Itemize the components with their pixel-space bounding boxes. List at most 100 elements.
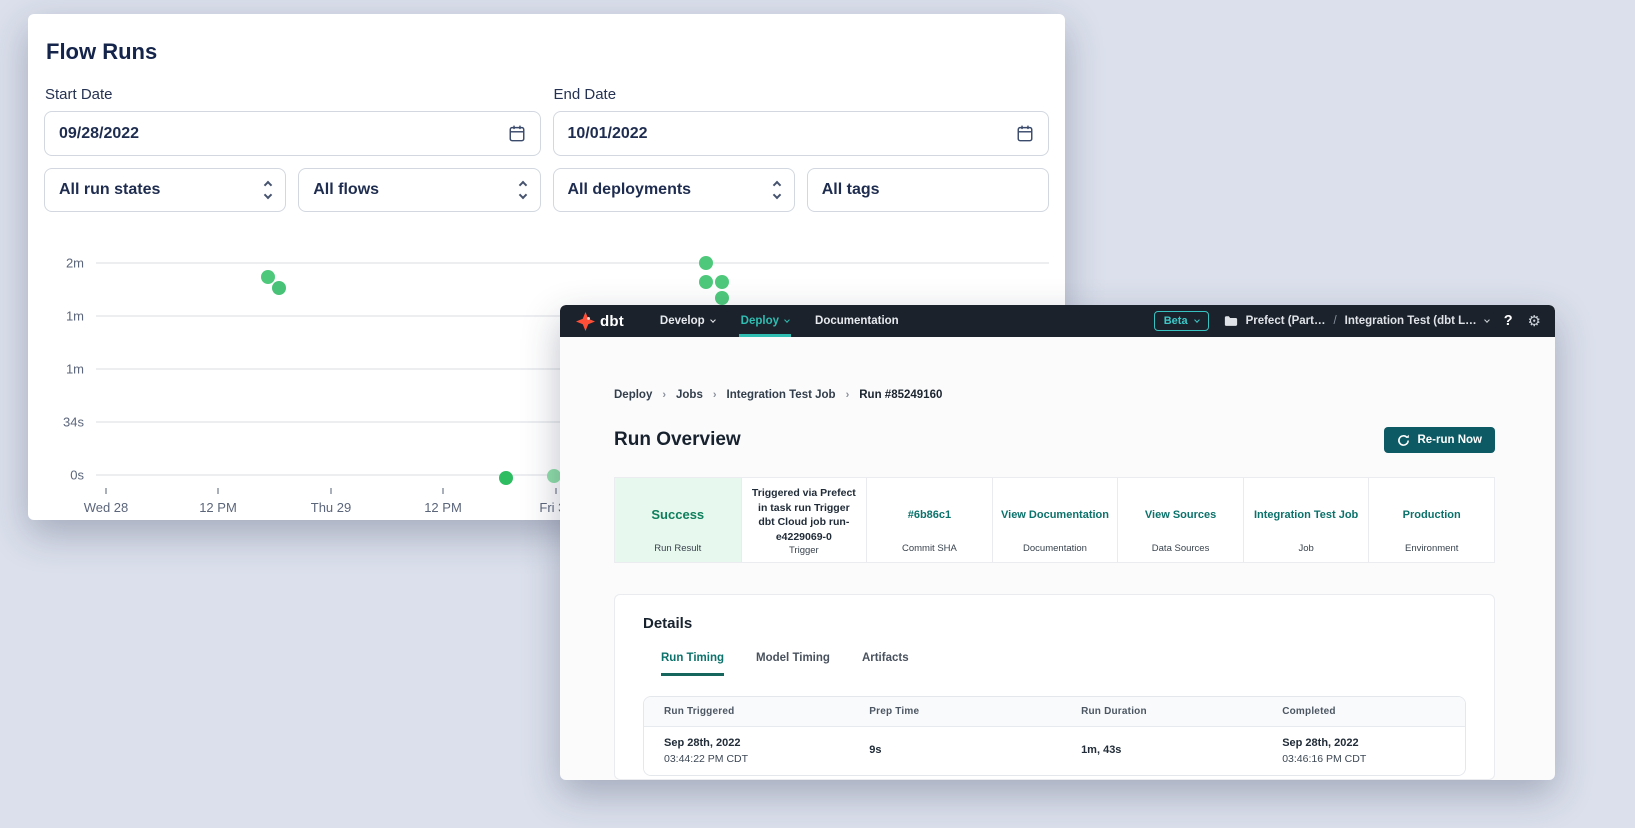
environment-link[interactable]: Production	[1403, 486, 1461, 543]
job-label: Job	[1298, 543, 1313, 554]
breadcrumb: Deploy › Jobs › Integration Test Job › R…	[614, 389, 1495, 401]
breadcrumb-job-name[interactable]: Integration Test Job	[727, 389, 836, 401]
flow-run-point[interactable]	[499, 471, 513, 485]
y-axis-tick-label: 2m	[66, 256, 84, 271]
end-date-label: End Date	[554, 86, 1050, 103]
details-card: Details Run Timing Model Timing Artifact…	[614, 594, 1495, 780]
environment-card: Production Environment	[1368, 478, 1494, 562]
tab-model-timing[interactable]: Model Timing	[756, 652, 830, 676]
select-stepper-icon	[520, 182, 526, 198]
tab-run-timing[interactable]: Run Timing	[661, 652, 724, 676]
start-date-input[interactable]: 09/28/2022	[44, 111, 541, 156]
calendar-icon[interactable]	[1016, 124, 1034, 143]
nav-develop-label: Develop	[660, 315, 705, 327]
run-timing-table: Run Triggered Prep Time Run Duration Com…	[643, 696, 1466, 776]
dbt-cloud-window: dbt Develop Deploy Documentation Beta Pr…	[560, 305, 1555, 780]
flow-run-point[interactable]	[699, 256, 713, 270]
cell-completed: Sep 28th, 2022 03:46:16 PM CDT	[1262, 737, 1465, 766]
account-project-switcher[interactable]: Prefect (Part… / Integration Test (dbt L…	[1224, 315, 1489, 327]
x-axis-tick-label: 12 PM	[199, 500, 237, 515]
start-date-label: Start Date	[45, 86, 541, 103]
select-stepper-icon	[774, 182, 780, 198]
flow-run-point[interactable]	[715, 291, 729, 305]
tags-select[interactable]: All tags	[807, 168, 1049, 212]
trigger-label: Trigger	[789, 545, 819, 556]
completed-time: 03:46:16 PM CDT	[1282, 753, 1465, 766]
view-sources-link[interactable]: View Sources	[1145, 486, 1216, 543]
chevron-down-icon	[784, 317, 790, 323]
calendar-icon[interactable]	[508, 124, 526, 143]
filter-selects-row: All run states All flows All deployments…	[44, 168, 1049, 212]
nav-deploy[interactable]: Deploy	[741, 305, 789, 337]
x-axis-tick-label: 12 PM	[424, 500, 462, 515]
run-states-select[interactable]: All run states	[44, 168, 286, 212]
flow-run-point[interactable]	[699, 275, 713, 289]
flow-run-point[interactable]	[547, 469, 561, 483]
environment-label: Environment	[1405, 543, 1458, 554]
flow-run-point[interactable]	[272, 281, 286, 295]
x-axis-tick-label: Thu 29	[311, 500, 351, 515]
flows-select[interactable]: All flows	[298, 168, 540, 212]
header-right-group: Beta Prefect (Part… / Integration Test (…	[1154, 311, 1541, 331]
rerun-now-button[interactable]: Re-run Now	[1384, 427, 1495, 453]
refresh-icon	[1397, 434, 1410, 447]
end-date-input[interactable]: 10/01/2022	[553, 111, 1050, 156]
rerun-now-label: Re-run Now	[1417, 434, 1482, 446]
help-icon[interactable]: ?	[1504, 313, 1513, 329]
nav-documentation[interactable]: Documentation	[815, 305, 899, 337]
dbt-body: Deploy › Jobs › Integration Test Job › R…	[560, 389, 1555, 780]
cell-run-triggered: Sep 28th, 2022 03:44:22 PM CDT	[644, 737, 849, 766]
nav-deploy-label: Deploy	[741, 315, 779, 327]
table-row: Sep 28th, 2022 03:44:22 PM CDT 9s 1m, 43…	[644, 727, 1465, 775]
deployments-select[interactable]: All deployments	[553, 168, 795, 212]
commit-sha-link[interactable]: #6b86c1	[908, 486, 951, 543]
x-axis-tick-label: Wed 28	[84, 500, 129, 515]
breadcrumb-separator: ›	[846, 389, 850, 401]
start-date-group: Start Date 09/28/2022	[44, 86, 541, 156]
y-axis-tick-label: 34s	[63, 415, 84, 430]
title-row: Run Overview Re-run Now	[614, 427, 1495, 453]
col-prep-time: Prep Time	[849, 706, 1061, 717]
run-result-value: Success	[651, 486, 704, 543]
nav-documentation-label: Documentation	[815, 315, 899, 327]
data-sources-card: View Sources Data Sources	[1117, 478, 1243, 562]
flows-value: All flows	[313, 181, 379, 199]
data-sources-label: Data Sources	[1152, 543, 1210, 554]
date-filter-row: Start Date 09/28/2022 End Date 10/01/202…	[44, 86, 1049, 156]
commit-sha-label: Commit SHA	[902, 543, 957, 554]
chevron-down-icon	[710, 317, 716, 323]
col-run-triggered: Run Triggered	[644, 706, 849, 717]
y-axis-tick-label: 1m	[66, 362, 84, 377]
trigger-card: Triggered via Prefect in task run Trigge…	[741, 478, 867, 562]
flow-run-point[interactable]	[261, 270, 275, 284]
end-date-value: 10/01/2022	[568, 125, 648, 143]
documentation-card: View Documentation Documentation	[992, 478, 1118, 562]
dbt-home-link[interactable]: dbt	[576, 312, 624, 331]
job-card: Integration Test Job Job	[1243, 478, 1369, 562]
dbt-brand-text: dbt	[600, 313, 624, 330]
run-result-card: Success Run Result	[615, 478, 741, 562]
flow-run-point[interactable]	[715, 275, 729, 289]
account-project-label: Prefect (Part…	[1246, 315, 1326, 327]
account-env-label: Integration Test (dbt L…	[1345, 315, 1477, 327]
dbt-logo-icon	[576, 312, 595, 331]
tab-artifacts[interactable]: Artifacts	[862, 652, 909, 676]
nav-develop[interactable]: Develop	[660, 305, 715, 337]
chevron-down-icon	[1484, 317, 1490, 323]
folder-icon	[1224, 315, 1238, 327]
run-result-label: Run Result	[654, 543, 701, 554]
view-documentation-link[interactable]: View Documentation	[1001, 486, 1109, 543]
path-separator: /	[1333, 315, 1336, 327]
gear-icon[interactable]: ⚙	[1528, 312, 1541, 330]
breadcrumb-jobs[interactable]: Jobs	[676, 389, 703, 401]
beta-toggle[interactable]: Beta	[1154, 311, 1209, 331]
breadcrumb-deploy[interactable]: Deploy	[614, 389, 652, 401]
tags-value: All tags	[822, 181, 880, 199]
run-summary-cards: Success Run Result Triggered via Prefect…	[614, 477, 1495, 563]
completed-date: Sep 28th, 2022	[1282, 737, 1465, 750]
deployments-value: All deployments	[568, 181, 692, 199]
details-tabs: Run Timing Model Timing Artifacts	[661, 652, 1466, 676]
start-date-value: 09/28/2022	[59, 125, 139, 143]
job-link[interactable]: Integration Test Job	[1254, 486, 1358, 543]
cell-run-duration: 1m, 43s	[1061, 744, 1262, 757]
